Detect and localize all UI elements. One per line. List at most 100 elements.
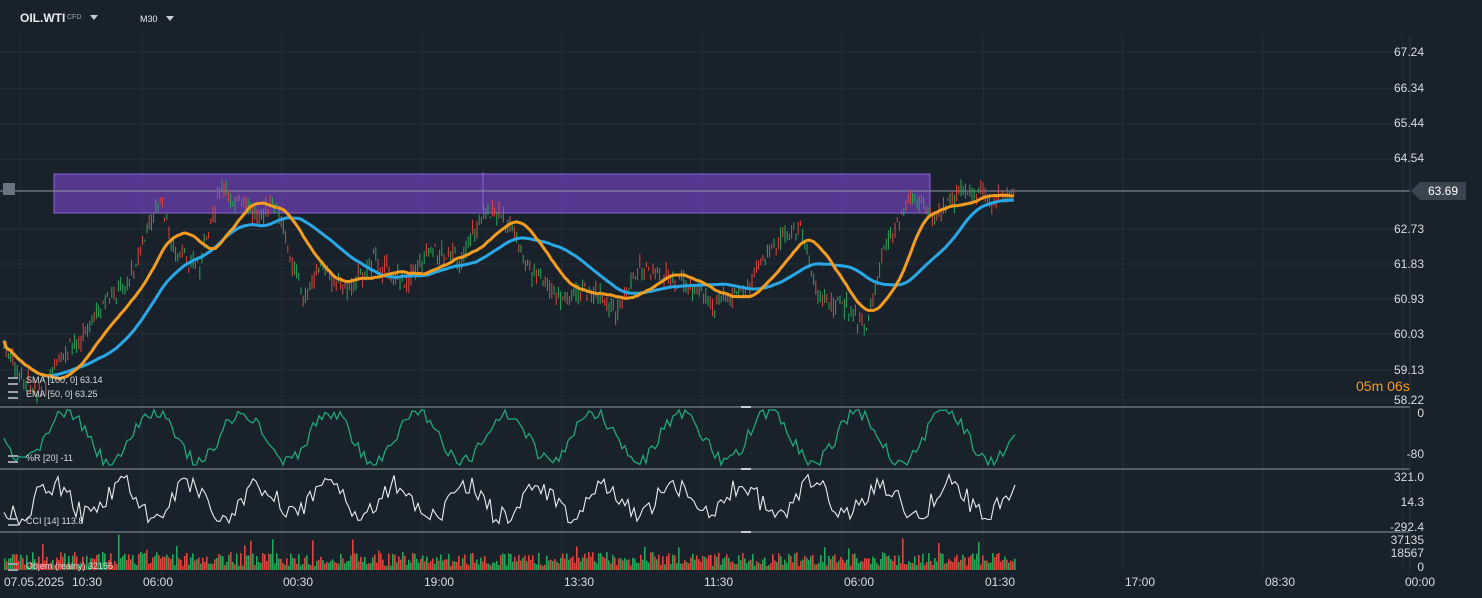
volume-bar xyxy=(998,552,1000,570)
volume-bar xyxy=(532,555,534,570)
sma-legend[interactable]: SMA [100, 0] 63.14 xyxy=(8,375,103,385)
cci-legend[interactable]: CCI [14] 113.8 xyxy=(8,516,83,526)
volume-bar xyxy=(452,560,454,570)
volume-bar xyxy=(228,554,230,570)
price-label: 64.54 xyxy=(1393,151,1424,165)
indicator-settings-icon[interactable] xyxy=(8,454,18,463)
ema-legend[interactable]: EMA [50, 0] 63.25 xyxy=(8,389,98,399)
volume-bar xyxy=(806,557,808,570)
time-label: 13:30 xyxy=(564,575,595,589)
volume-bar xyxy=(312,540,314,570)
volume-bar xyxy=(204,562,206,570)
volume-bar xyxy=(966,565,968,570)
volume-bar xyxy=(304,557,306,570)
chart-canvas[interactable] xyxy=(0,0,1482,598)
volume-bar xyxy=(414,553,416,570)
volume-bar xyxy=(612,554,614,570)
volume-bar xyxy=(606,552,608,570)
volume-bar xyxy=(300,565,302,570)
volume-bar xyxy=(762,559,764,570)
indicator-settings-icon[interactable] xyxy=(8,390,18,399)
candle-countdown: 05m 06s xyxy=(1356,378,1410,394)
volume-bar xyxy=(218,553,220,570)
volume-legend[interactable]: Objem (reálný) 32156 xyxy=(8,561,113,571)
volume-bar xyxy=(524,555,526,570)
volume-bar xyxy=(836,562,838,570)
volume-bar xyxy=(472,553,474,570)
volume-bar xyxy=(804,555,806,570)
volume-bar xyxy=(642,559,644,570)
volume-bar xyxy=(614,557,616,570)
volume-bar xyxy=(222,556,224,570)
volume-bar xyxy=(848,548,850,570)
volume-bar xyxy=(284,564,286,570)
volume-bar xyxy=(878,565,880,570)
indicator-settings-icon[interactable] xyxy=(8,376,18,385)
volume-bar xyxy=(336,563,338,570)
cci-axis-label: 321.0 xyxy=(1393,470,1424,484)
volume-bar xyxy=(1002,560,1004,570)
volume-bar xyxy=(334,562,336,570)
volume-bar xyxy=(190,557,192,570)
volume-axis-label: 37135 xyxy=(1390,533,1424,547)
volume-bar xyxy=(126,559,128,570)
volume-bar xyxy=(858,562,860,570)
volume-bar xyxy=(1008,562,1010,570)
volume-bar xyxy=(632,557,634,570)
time-axis-date: 07.05.2025 xyxy=(4,575,65,589)
volume-bar xyxy=(160,558,162,570)
volume-bar xyxy=(918,555,920,570)
volume-bar xyxy=(198,557,200,570)
pane-resize-handle[interactable] xyxy=(741,468,751,470)
volume-bar xyxy=(792,562,794,570)
volume-bar xyxy=(504,554,506,570)
volume-bar xyxy=(824,547,826,570)
williams-r-legend[interactable]: %R [20] -11 xyxy=(8,453,73,463)
current-price-badge: 63.69 xyxy=(1411,182,1466,200)
volume-bar xyxy=(280,558,282,570)
volume-bar xyxy=(566,553,568,570)
volume-bar xyxy=(474,562,476,570)
volume-bar xyxy=(4,558,6,570)
volume-bar xyxy=(764,557,766,570)
pane-resize-handle[interactable] xyxy=(741,406,751,408)
drawing-handle-icon[interactable] xyxy=(3,183,15,195)
volume-bar xyxy=(322,560,324,570)
volume-bar xyxy=(244,545,246,570)
volume-bar xyxy=(310,565,312,570)
volume-bar xyxy=(626,559,628,570)
volume-bar xyxy=(302,563,304,570)
volume-bar xyxy=(730,562,732,570)
volume-bar xyxy=(468,565,470,570)
volume-bar xyxy=(238,565,240,570)
volume-bar xyxy=(138,553,140,570)
volume-bar xyxy=(580,561,582,570)
price-label: 59.13 xyxy=(1393,363,1424,377)
indicator-settings-icon[interactable] xyxy=(8,517,18,526)
volume-bar xyxy=(670,564,672,570)
volume-bar xyxy=(518,555,520,570)
volume-bar xyxy=(950,560,952,570)
volume-bar xyxy=(276,553,278,570)
volume-bar xyxy=(898,555,900,570)
volume-bar xyxy=(240,553,242,570)
volume-bar xyxy=(1006,559,1008,570)
volume-bar xyxy=(812,555,814,570)
indicator-settings-icon[interactable] xyxy=(8,562,18,571)
volume-bar xyxy=(290,553,292,570)
volume-bar xyxy=(924,564,926,570)
volume-bar xyxy=(958,562,960,570)
volume-bar xyxy=(932,565,934,570)
volume-bar xyxy=(180,559,182,570)
volume-bar xyxy=(202,557,204,570)
volume-bar xyxy=(680,563,682,570)
volume-bar xyxy=(492,562,494,570)
volume-bar xyxy=(712,565,714,570)
volume-bar xyxy=(364,556,366,570)
time-label: 06:00 xyxy=(844,575,875,589)
pane-resize-handle[interactable] xyxy=(741,531,751,533)
volume-bar xyxy=(326,561,328,570)
volume-bar xyxy=(876,563,878,570)
volume-bar xyxy=(368,563,370,570)
volume-bar xyxy=(744,558,746,570)
